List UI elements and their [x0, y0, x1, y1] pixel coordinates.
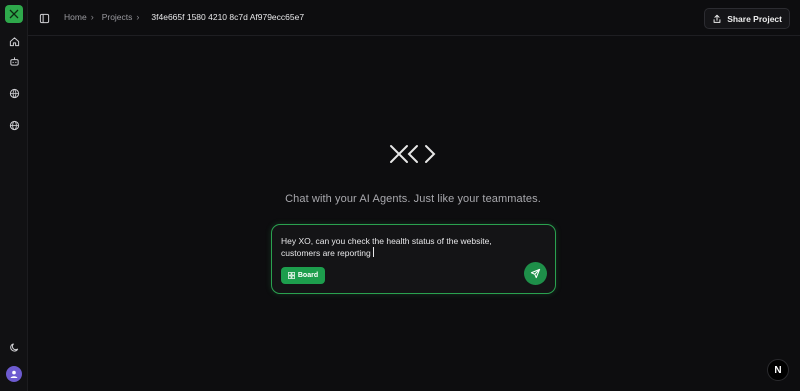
moon-icon — [9, 342, 18, 352]
n-badge[interactable]: N — [767, 359, 789, 381]
chevron-right-icon: › — [136, 12, 140, 22]
bot-icon — [9, 56, 19, 66]
send-button[interactable] — [524, 262, 547, 285]
sidebar-item-web[interactable] — [7, 118, 21, 132]
message-input-value: Hey XO, can you check the health status … — [281, 236, 492, 258]
share-project-label: Share Project — [727, 13, 782, 24]
user-avatar[interactable] — [6, 366, 22, 382]
sidebar-item-integrations[interactable] — [7, 86, 21, 100]
text-caret — [372, 247, 374, 257]
message-input[interactable]: Hey XO, can you check the health status … — [281, 235, 531, 259]
panel-left-icon — [39, 13, 49, 23]
breadcrumb-projects[interactable]: Projects — [102, 12, 133, 22]
breadcrumb-current-project: 3f4e665f 1580 4210 8c7d Af979ecc65e7 — [151, 12, 305, 22]
app-logo[interactable] — [5, 5, 23, 23]
chat-composer[interactable]: Hey XO, can you check the health status … — [271, 224, 556, 294]
globe-icon — [9, 120, 19, 130]
board-button[interactable]: Board — [281, 267, 325, 284]
breadcrumb: Home › Projects › 3f4e665f 1580 4210 8c7… — [64, 12, 304, 22]
share-project-button[interactable]: Share Project — [704, 8, 790, 29]
n-badge-letter: N — [774, 364, 782, 376]
xo-logo-icon — [9, 9, 19, 19]
grid-icon — [287, 272, 295, 279]
welcome-tagline: Chat with your AI Agents. Just like your… — [285, 193, 541, 205]
sidebar-toggle-button[interactable] — [37, 11, 51, 25]
share-icon — [713, 14, 721, 23]
breadcrumb-home[interactable]: Home — [64, 12, 87, 22]
sidebar-item-agents[interactable] — [7, 54, 21, 68]
theme-toggle[interactable] — [7, 340, 21, 354]
top-bar: Home › Projects › 3f4e665f 1580 4210 8c7… — [28, 0, 800, 36]
home-icon — [9, 36, 19, 46]
sidebar-item-home[interactable] — [7, 34, 21, 48]
chevron-right-icon: › — [90, 12, 94, 22]
user-icon — [10, 370, 18, 378]
globe-grid-icon — [9, 88, 19, 98]
xo-hero-logo-icon — [390, 145, 436, 163]
board-button-label: Board — [297, 272, 319, 279]
send-icon — [530, 268, 541, 279]
